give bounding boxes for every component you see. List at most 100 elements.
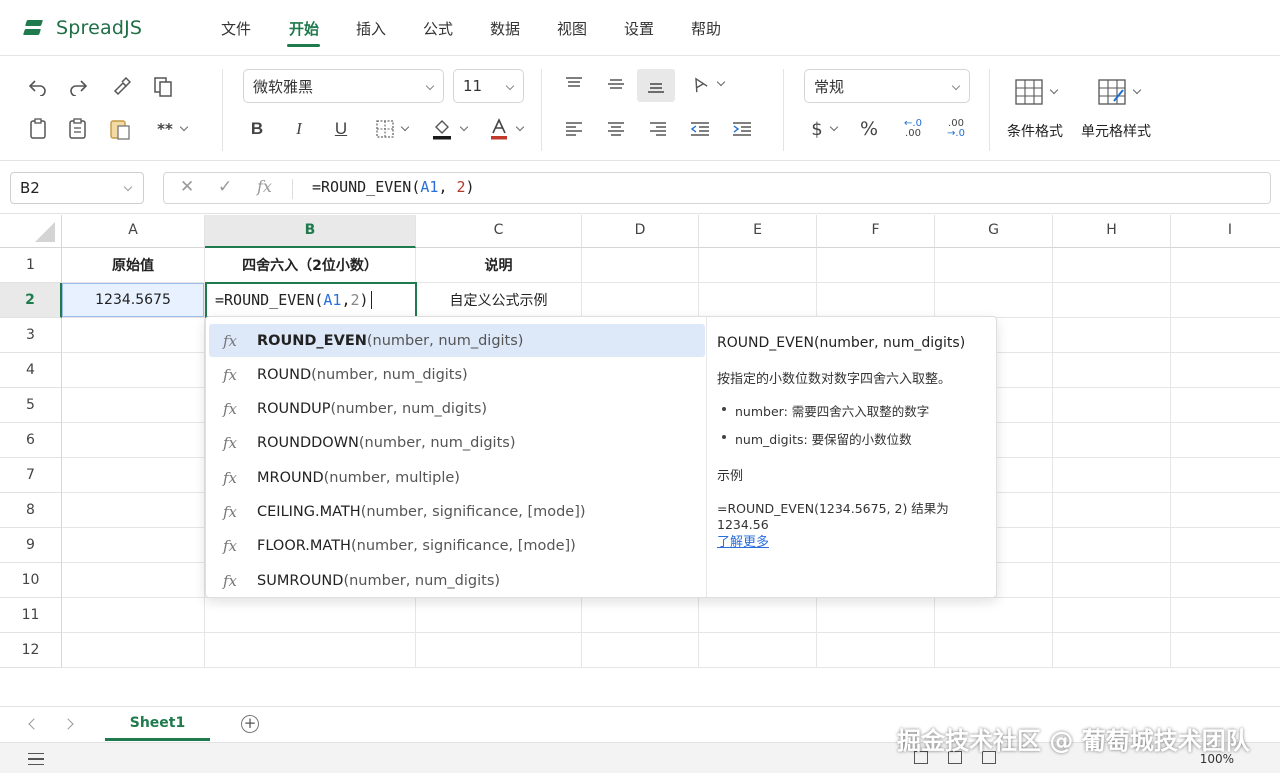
menu-home[interactable]: 开始 [289,18,319,39]
menu-file[interactable]: 文件 [221,18,251,39]
column-header-i[interactable]: I [1171,215,1280,248]
menu-data[interactable]: 数据 [490,18,520,39]
function-args: (number, multiple) [323,469,460,486]
formula-input-area[interactable]: ✕ ✓ fx =ROUND_EVEN(A1, 2) [163,172,1271,204]
row-header-8[interactable]: 8 [0,493,62,528]
function-suggestion-floor-math[interactable]: fx FLOOR.MATH (number, significance, [mode… [209,530,705,563]
cell-c2[interactable]: 自定义公式示例 [416,283,581,317]
bold-button[interactable]: B [244,115,270,143]
undo-icon[interactable] [24,73,52,101]
paste-icon[interactable] [106,115,134,143]
function-suggestion-mround[interactable]: fx MROUND (number, multiple) [209,461,705,494]
align-top-icon[interactable] [561,71,587,97]
font-color-button[interactable] [484,115,528,143]
column-header-a[interactable]: A [62,215,205,248]
percent-button[interactable]: % [856,115,882,143]
select-all-corner[interactable] [0,215,62,248]
cell-a2[interactable]: 1234.5675 [62,283,204,317]
add-sheet-icon[interactable]: + [241,715,259,733]
formula-token: 2 [456,178,466,196]
increase-indent-icon[interactable] [729,115,755,143]
function-suggestion-roundup[interactable]: fx ROUNDUP (number, num_digits) [209,393,705,426]
cell-b1[interactable]: 四舍六入（2位小数） [205,248,415,282]
cell-c1[interactable]: 说明 [416,248,581,282]
function-args: (number, num_digits) [311,366,468,383]
align-right-icon[interactable] [645,115,671,143]
column-header-e[interactable]: E [699,215,817,248]
more-paste-options[interactable]: ** [148,115,196,143]
row-header-2[interactable]: 2 [0,283,62,318]
text-orientation-icon [695,77,708,93]
column-header-c[interactable]: C [416,215,582,248]
increase-decimal-button[interactable]: ←.0.00 [898,115,928,143]
column-header-h[interactable]: H [1053,215,1171,248]
row-header-6[interactable]: 6 [0,423,62,458]
italic-button[interactable]: I [286,115,312,143]
column-header-f[interactable]: F [817,215,935,248]
function-suggestion-ceiling-math[interactable]: fx CEILING.MATH (number, significance, [mo… [209,496,705,529]
format-painter-icon[interactable] [107,73,135,101]
next-sheet-icon[interactable] [62,718,74,730]
row-header-1[interactable]: 1 [0,248,62,283]
clipboard-icon[interactable] [24,115,52,143]
decrease-decimal-button[interactable]: .00 →.0 [941,115,971,143]
column-header-d[interactable]: D [582,215,699,248]
align-center-icon[interactable] [603,115,629,143]
formula-text[interactable]: =ROUND_EVEN(A1, 2) [312,178,475,196]
menu-view[interactable]: 视图 [557,18,587,39]
cell-style-label[interactable]: 单元格样式 [1081,121,1151,141]
function-suggestion-sumround[interactable]: fx SUMROUND (number, num_digits) [209,564,705,597]
menu-settings[interactable]: 设置 [624,18,654,39]
column-header-g[interactable]: G [935,215,1053,248]
row-header-12[interactable]: 12 [0,633,62,668]
currency-button[interactable]: $ [804,115,844,143]
row-header-11[interactable]: 11 [0,598,62,633]
borders-button[interactable] [370,115,414,143]
conditional-format-button[interactable] [1011,77,1061,107]
align-middle-icon[interactable] [603,71,629,97]
function-suggestion-rounddown[interactable]: fx ROUNDDOWN (number, num_digits) [209,427,705,460]
redo-icon[interactable] [64,73,92,101]
function-icon: fx [223,331,238,350]
conditional-format-label[interactable]: 条件格式 [1007,121,1063,141]
name-box[interactable]: B2 [10,172,144,204]
menu-help[interactable]: 帮助 [691,18,721,39]
decrease-indent-icon[interactable] [687,115,713,143]
cell-editor-b2[interactable]: =ROUND_EVEN(A1, 2) [205,282,417,318]
paste-special-icon[interactable] [64,115,92,143]
gridline [1052,248,1053,668]
cell-style-button[interactable] [1094,77,1144,107]
menu-formulas[interactable]: 公式 [423,18,453,39]
function-detail-panel: ROUND_EVEN(number, num_digits) 按指定的小数位数对数… [717,317,997,597]
font-family-select[interactable]: 微软雅黑 [243,69,444,103]
row-header-9[interactable]: 9 [0,528,62,563]
insert-function-icon[interactable]: fx [257,177,272,196]
learn-more-link[interactable]: 了解更多 [717,531,769,550]
number-format-select[interactable]: 常规 [804,69,970,103]
row-header-4[interactable]: 4 [0,353,62,388]
row-header-5[interactable]: 5 [0,388,62,423]
sheet-tab-sheet1[interactable]: Sheet1 [105,707,210,741]
font-color-icon [491,118,507,140]
row-header-10[interactable]: 10 [0,563,62,598]
previous-sheet-icon[interactable] [28,718,40,730]
menu-insert[interactable]: 插入 [356,18,386,39]
cell-a1[interactable]: 原始值 [62,248,204,282]
function-suggestion-round[interactable]: fx ROUND (number, num_digits) [209,358,705,391]
function-suggestion-round_even[interactable]: fx ROUND_EVEN (number, num_digits) [209,324,705,357]
menu-icon[interactable] [28,753,44,765]
align-bottom-icon[interactable] [637,69,675,102]
copy-icon[interactable] [149,73,177,101]
formula-token: =ROUND_EVEN( [312,178,421,196]
fill-color-button[interactable] [426,115,472,143]
row-header-7[interactable]: 7 [0,458,62,493]
underline-button[interactable]: U [328,115,354,143]
confirm-icon[interactable]: ✓ [218,177,232,197]
align-left-icon[interactable] [561,115,587,143]
text-orientation-button[interactable] [686,71,728,97]
column-header-b[interactable]: B [205,215,416,248]
font-size-select[interactable]: 11 [453,69,524,103]
row-header-3[interactable]: 3 [0,318,62,353]
cancel-icon[interactable]: ✕ [180,177,194,197]
function-name: ROUNDUP [257,401,331,418]
